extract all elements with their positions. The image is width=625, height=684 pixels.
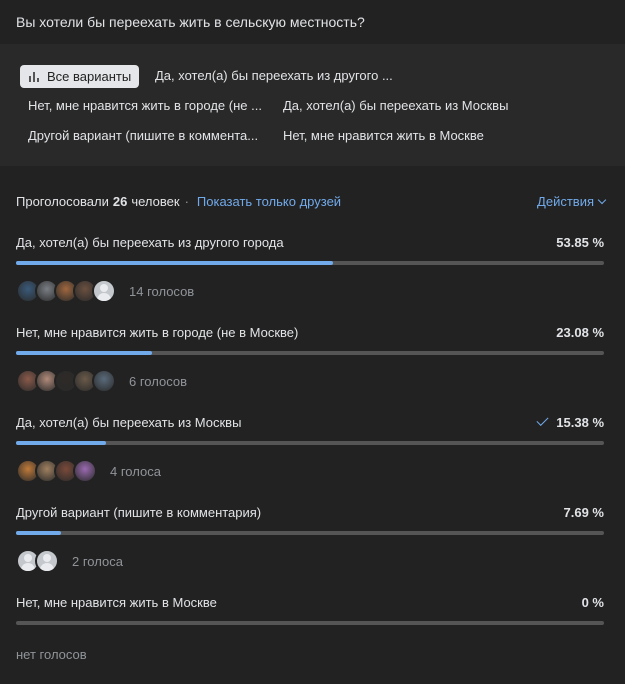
votes-count: 2 голоса [72,553,123,569]
answer-text: Нет, мне нравится жить в городе (не в Мо… [16,324,299,340]
voters-row[interactable]: 2 голоса [16,549,604,573]
answer-option[interactable]: Другой вариант (пишите в комментария) 7.6… [16,503,604,573]
actions-dropdown[interactable]: Действия [537,194,607,209]
answer-percent-value: 7.69 % [563,504,604,520]
summary-separator: · [184,194,189,209]
answer-percent-value: 0 % [581,594,604,610]
poll-question: Вы хотели бы переехать жить в сельскую м… [16,14,365,30]
check-icon [536,413,549,427]
progress-track [16,441,604,445]
filter-all-label: Все варианты [47,69,132,84]
answer-option[interactable]: Нет, мне нравится жить в Москве 0 % нет го… [16,593,604,662]
chevron-down-icon [597,195,607,205]
answer-text: Да, хотел(а) бы переехать из другого гор… [16,234,284,250]
progress-fill [16,351,152,355]
answer-percent-value: 53.85 % [556,234,604,250]
voter-avatars [16,369,116,393]
bar-chart-icon [29,71,39,82]
votes-count: 6 голосов [129,373,187,389]
answer-percent-value: 15.38 % [556,414,604,430]
actions-label: Действия [537,194,594,209]
no-votes-label: нет голосов [16,647,87,662]
progress-track [16,351,604,355]
summary-prefix: Проголосовали [16,194,109,209]
voters-row[interactable]: 4 голоса [16,459,604,483]
answer-percent: 15.38 % [536,413,604,430]
votes-summary: Проголосовали 26 человек · Показать толь… [16,194,341,209]
answer-text: Другой вариант (пишите в комментария) [16,504,262,520]
filter-option-5[interactable]: Нет, мне нравится жить в Москве [283,128,484,143]
answer-percent: 23.08 % [556,325,604,340]
progress-track [16,621,604,625]
answer-option[interactable]: Да, хотел(а) бы переехать из другого гор… [16,233,604,303]
progress-fill [16,441,107,445]
voters-row[interactable]: 14 голосов [16,279,604,303]
show-friends-link[interactable]: Показать только друзей [197,194,341,209]
voters-row[interactable]: 6 голосов [16,369,604,393]
avatar[interactable] [92,369,116,393]
voter-avatars [16,549,59,573]
filter-panel: Все варианты Да, хотел(а) бы переехать и… [0,44,625,166]
voter-avatars [16,459,97,483]
progress-track [16,261,604,265]
answer-text: Нет, мне нравится жить в Москве [16,594,217,610]
progress-fill [16,261,333,265]
filter-option-3[interactable]: Да, хотел(а) бы переехать из Москвы [283,98,508,113]
progress-track [16,531,604,535]
answer-percent: 7.69 % [564,505,604,520]
avatar[interactable] [73,459,97,483]
filter-option-1[interactable]: Да, хотел(а) бы переехать из другого ... [155,68,393,83]
filter-option-4[interactable]: Другой вариант (пишите в коммента... [28,128,258,143]
answer-percent-value: 23.08 % [556,324,604,340]
summary-suffix: человек [131,194,180,209]
filter-all-button[interactable]: Все варианты [20,65,140,88]
voter-avatars [16,279,116,303]
answer-text: Да, хотел(а) бы переехать из Москвы [16,414,242,430]
answer-option[interactable]: Да, хотел(а) бы переехать из Москвы 15.38… [16,413,604,483]
poll-header: Вы хотели бы переехать жить в сельскую м… [0,0,625,44]
total-votes-count: 26 [112,194,128,209]
votes-count: 4 голоса [110,463,161,479]
votes-count: 14 голосов [129,283,195,299]
progress-fill [16,531,62,535]
filter-option-2[interactable]: Нет, мне нравится жить в городе (не ... [28,98,262,113]
answer-percent: 53.85 % [556,235,604,250]
answer-percent: 0 % [582,595,604,610]
avatar[interactable] [35,549,59,573]
poll-results: Проголосовали 26 человек · Показать толь… [0,166,625,684]
avatar[interactable] [92,279,116,303]
answer-option[interactable]: Нет, мне нравится жить в городе (не в Мо… [16,323,604,393]
